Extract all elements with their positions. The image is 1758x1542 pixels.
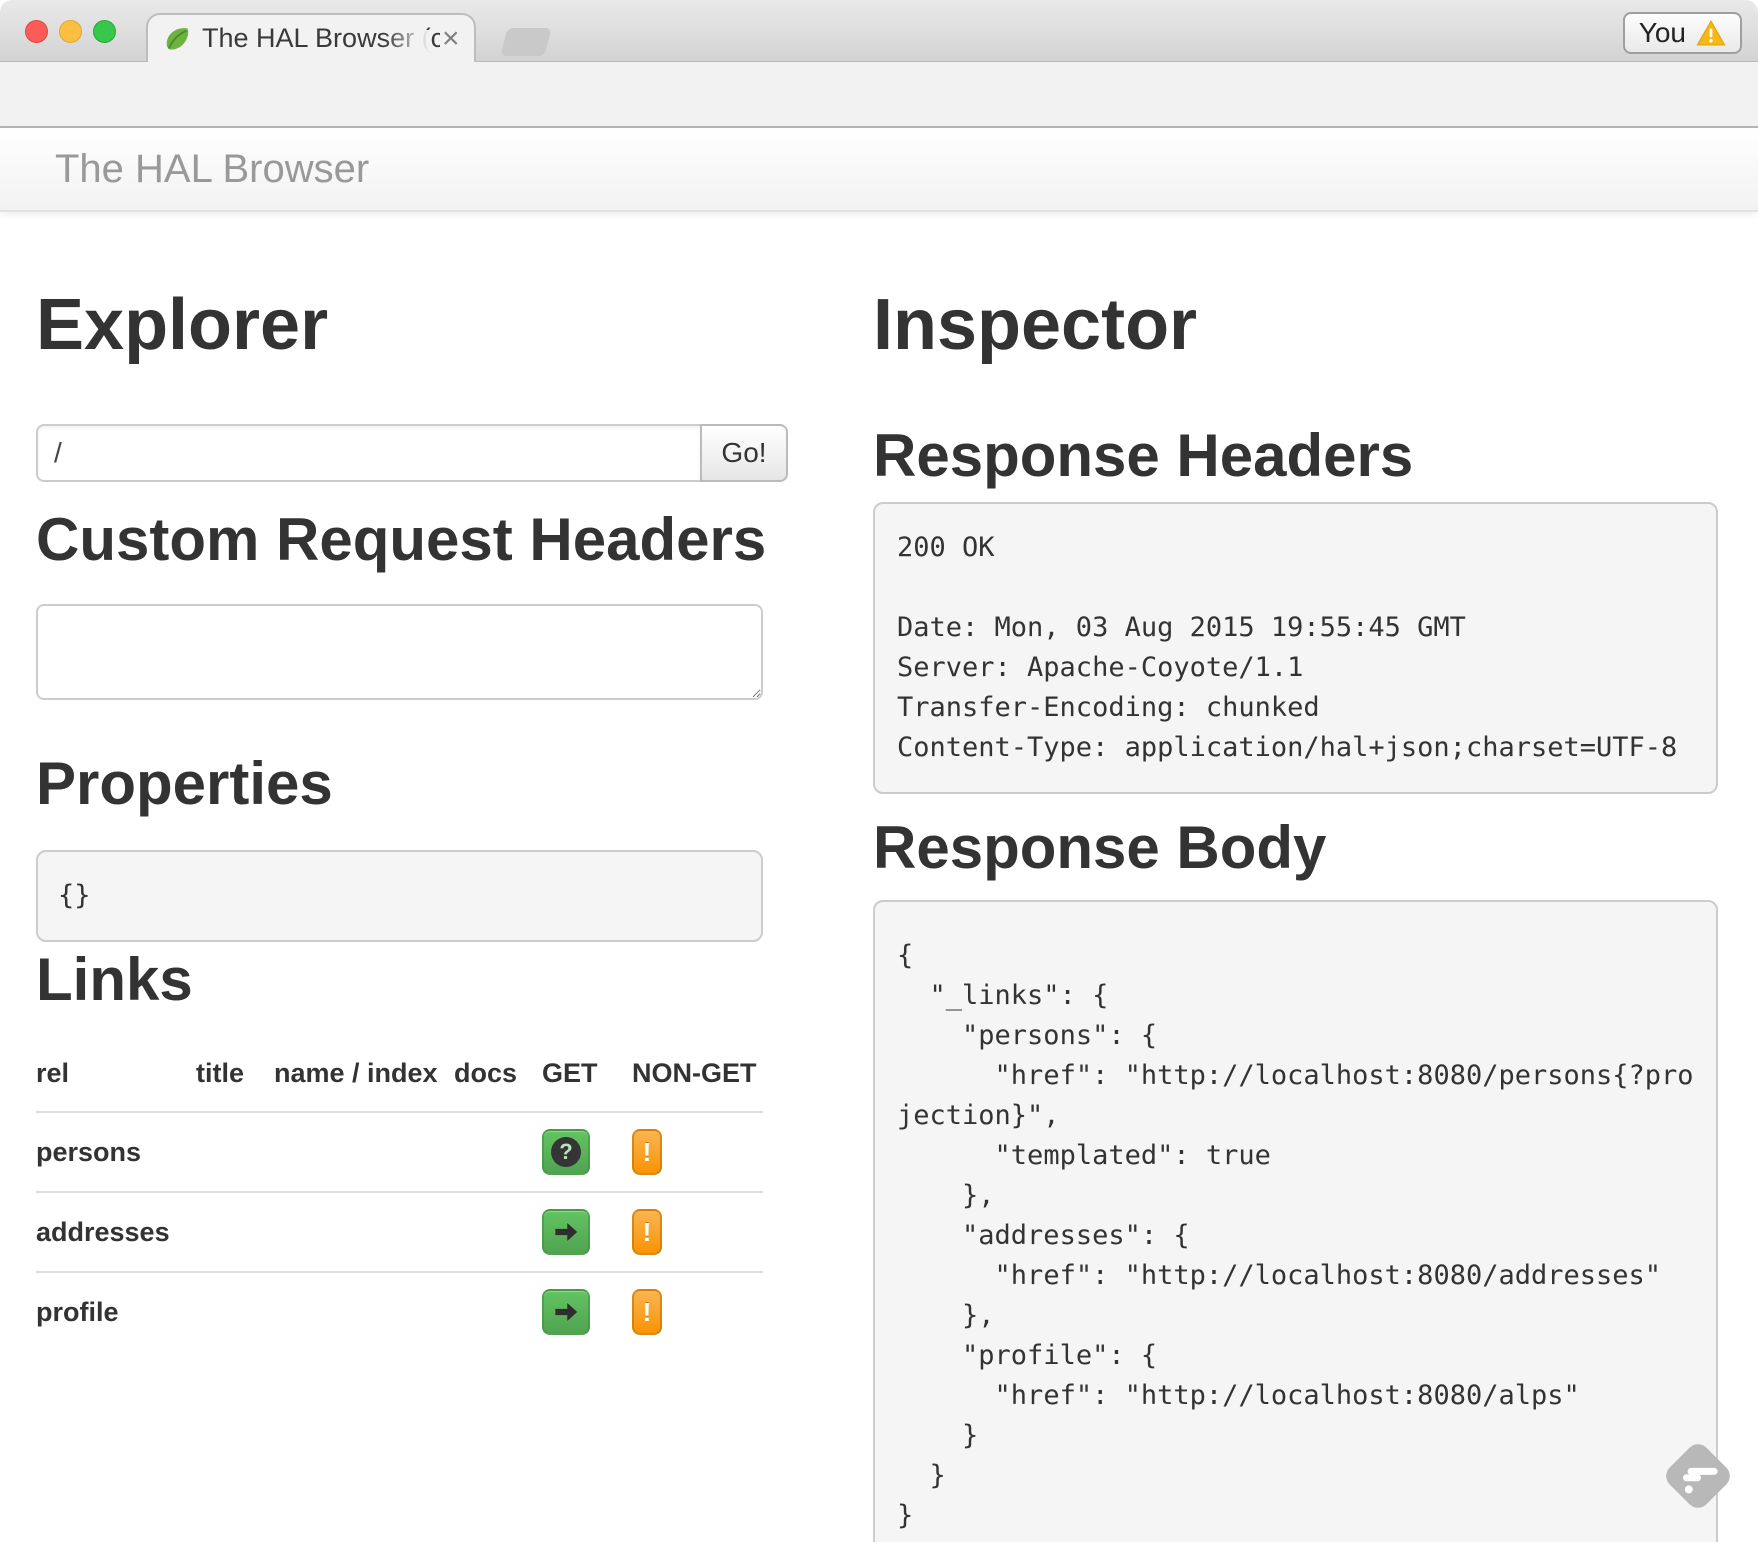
link-rel: addresses [36, 1192, 196, 1272]
links-table: rel title name / index docs GET NON-GET … [36, 1030, 763, 1351]
non-get-button[interactable]: ! [632, 1289, 662, 1335]
link-rel: profile [36, 1272, 196, 1351]
properties-title: Properties [36, 752, 333, 815]
non-get-button[interactable]: ! [632, 1209, 662, 1255]
link-name-index-cell [274, 1192, 454, 1272]
link-row: persons ? ! [36, 1112, 763, 1192]
title-bar: The HAL Browser (customiz × You [0, 0, 1758, 62]
column-header-name-index: name / index [274, 1030, 454, 1112]
go-button[interactable]: Go! [700, 424, 788, 482]
exclamation-icon: ! [643, 1137, 652, 1168]
link-row: profile ! [36, 1272, 763, 1351]
link-name-index-cell [274, 1272, 454, 1351]
inspector-title: Inspector [873, 288, 1197, 364]
link-row: addresses ! [36, 1192, 763, 1272]
link-docs-cell [454, 1192, 542, 1272]
response-headers-title: Response Headers [873, 424, 1413, 487]
link-name-index-cell [274, 1112, 454, 1192]
column-header-rel: rel [36, 1030, 196, 1112]
link-title-cell [196, 1272, 274, 1351]
profile-warning-icon [1696, 19, 1726, 47]
column-header-get: GET [542, 1030, 632, 1112]
tab-close-icon[interactable]: × [442, 24, 460, 54]
exclamation-icon: ! [643, 1297, 652, 1328]
window-zoom-button[interactable] [93, 20, 116, 43]
explorer-title: Explorer [36, 288, 328, 364]
response-headers-panel: 200 OK Date: Mon, 03 Aug 2015 19:55:45 G… [873, 502, 1718, 794]
get-button[interactable] [542, 1289, 590, 1335]
response-body-title: Response Body [873, 816, 1326, 879]
window-minimize-button[interactable] [59, 20, 82, 43]
brand-link[interactable]: The HAL Browser [55, 128, 369, 210]
custom-request-headers-input[interactable] [36, 604, 763, 700]
browser-window: The HAL Browser (customiz × You [0, 0, 1758, 1542]
spring-leaf-favicon [162, 24, 192, 54]
page-header-band: The HAL Browser [0, 128, 1758, 212]
response-body-panel: { "_links": { "persons": { "href": "http… [873, 900, 1718, 1542]
window-close-button[interactable] [25, 20, 48, 43]
links-table-header-row: rel title name / index docs GET NON-GET [36, 1030, 763, 1112]
column-header-non-get: NON-GET [632, 1030, 763, 1112]
address-input[interactable] [36, 424, 700, 482]
get-button[interactable] [542, 1209, 590, 1255]
links-title: Links [36, 948, 193, 1011]
new-tab-button[interactable] [501, 28, 552, 56]
arrow-right-icon [551, 1297, 581, 1327]
link-docs-cell [454, 1272, 542, 1351]
profile-button[interactable]: You [1623, 12, 1742, 54]
get-button[interactable]: ? [542, 1129, 590, 1175]
link-rel: persons [36, 1112, 196, 1192]
question-icon: ? [551, 1137, 581, 1167]
link-title-cell [196, 1192, 274, 1272]
navigation-toolbar: localhost:8080/browser/index.html#/ A JB [0, 62, 1758, 128]
column-header-docs: docs [454, 1030, 542, 1112]
profile-name: You [1639, 17, 1686, 49]
links-table-body: persons ? ! addresses [36, 1112, 763, 1351]
link-docs-cell [454, 1112, 542, 1192]
properties-value: {} [36, 850, 763, 942]
column-header-title: title [196, 1030, 274, 1112]
browser-tab[interactable]: The HAL Browser (customiz × [146, 13, 476, 62]
arrow-right-icon [551, 1217, 581, 1247]
custom-request-headers-title: Custom Request Headers [36, 508, 766, 571]
link-title-cell [196, 1112, 274, 1192]
exclamation-icon: ! [643, 1217, 652, 1248]
non-get-button[interactable]: ! [632, 1129, 662, 1175]
